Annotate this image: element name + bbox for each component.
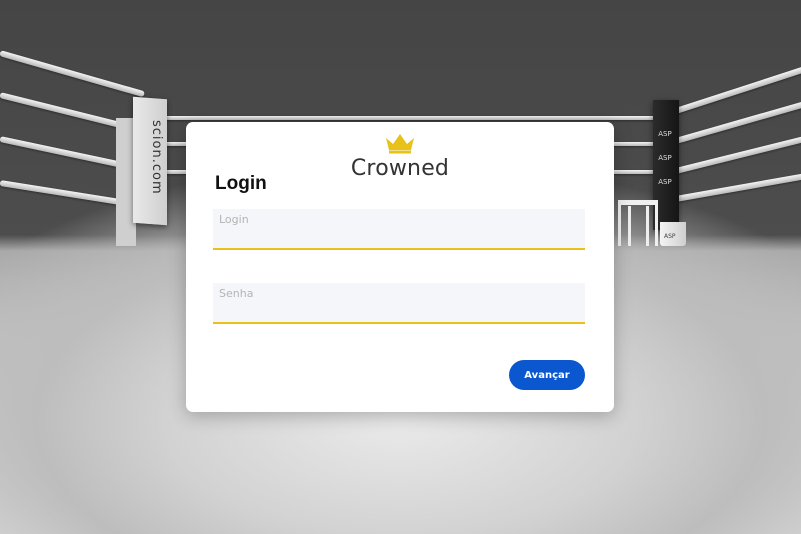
corner-post-label: ASP [658, 154, 672, 162]
rope [160, 116, 660, 120]
corner-post-text: scion.com [149, 120, 164, 195]
submit-button[interactable]: Avançar [509, 360, 585, 390]
rope [675, 171, 801, 202]
stool-leg [628, 206, 631, 246]
brand-logo: Crowned [348, 132, 452, 181]
corner-post-label: ASP [658, 130, 672, 138]
bucket-label: ASP [664, 233, 676, 240]
password-field-label: Senha [219, 287, 254, 300]
password-field[interactable]: Senha [213, 283, 585, 324]
stool-leg [646, 206, 649, 246]
login-field-label: Login [219, 213, 249, 226]
login-card: Crowned Login Login Senha Avançar [186, 122, 614, 412]
rope [0, 50, 146, 98]
page-title: Login [215, 173, 267, 194]
login-input[interactable] [219, 227, 577, 245]
password-input[interactable] [219, 301, 577, 319]
stool [618, 200, 658, 246]
login-field[interactable]: Login [213, 209, 585, 250]
brand-name: Crowned [350, 156, 450, 181]
crown-icon [386, 134, 414, 154]
rope [675, 134, 801, 174]
corner-post-label: ASP [658, 178, 672, 186]
